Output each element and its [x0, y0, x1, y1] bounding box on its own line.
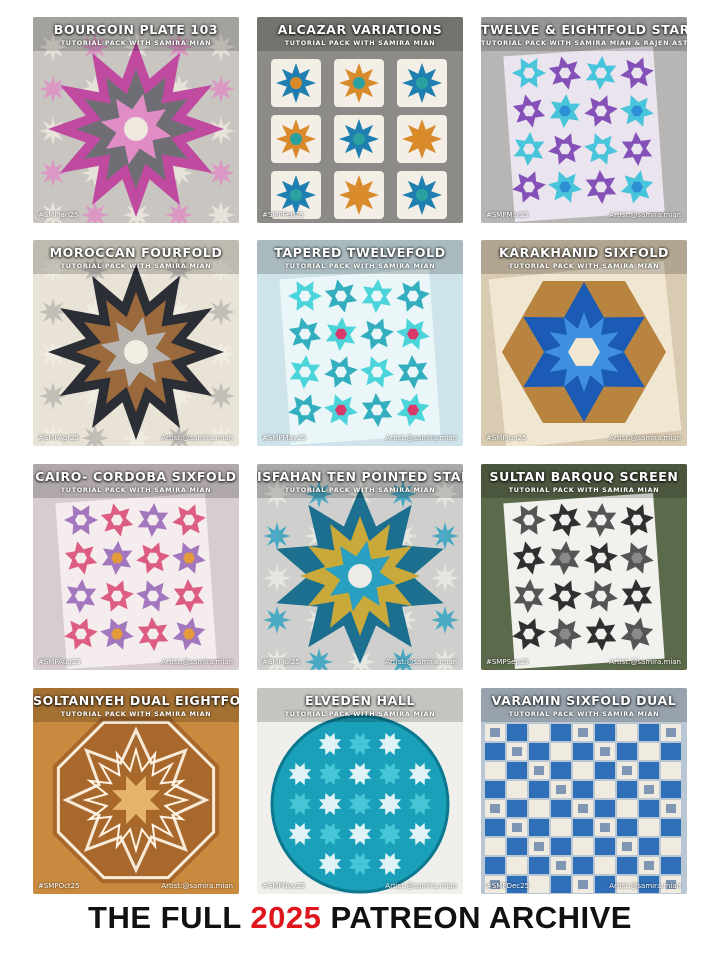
pattern-artwork-image [481, 688, 687, 894]
pack-title: BOURGOIN PLATE 103 [53, 22, 219, 37]
pack-subtitle: TUTORIAL PACK WITH SAMIRA MIAN [60, 39, 212, 47]
artist-credit: Artist:@samira.mian [609, 211, 681, 219]
pack-hashtag: #SMPJun25 [486, 434, 527, 442]
pack-title: TAPERED TWELVEFOLD [274, 245, 446, 260]
pack-subtitle: TUTORIAL PACK WITH SAMIRA MIAN [284, 39, 436, 47]
pack-title: TWELVE & EIGHTFOLD STARS [481, 22, 687, 37]
pack-title: CAIRO- CORDOBA SIXFOLD [35, 469, 237, 484]
tutorial-pack-card[interactable]: MOROCCAN FOURFOLD TUTORIAL PACK WITH SAMI… [33, 240, 239, 446]
tutorial-pack-card[interactable]: TAPERED TWELVEFOLD TUTORIAL PACK WITH SAM… [257, 240, 463, 446]
pack-subtitle: TUTORIAL PACK WITH SAMIRA MIAN [284, 262, 436, 270]
pattern-artwork-image [257, 17, 463, 223]
pack-hashtag: #SMPDec25 [486, 882, 530, 890]
tutorial-pack-card[interactable]: CAIRO- CORDOBA SIXFOLD TUTORIAL PACK WITH… [33, 464, 239, 670]
pack-title: ISFAHAN TEN POINTED STAR [257, 469, 463, 484]
pack-subtitle: TUTORIAL PACK WITH SAMIRA MIAN [60, 486, 212, 494]
artist-credit: Artist:@samira.mian [609, 658, 681, 666]
artist-credit: Artist:@samira.mian [385, 658, 457, 666]
pattern-artwork-image [257, 240, 463, 446]
pack-hashtag: #SMPSep25 [486, 658, 529, 666]
pack-hashtag: #SMPAug25 [38, 658, 81, 666]
pattern-artwork-image [481, 464, 687, 670]
pack-subtitle: TUTORIAL PACK WITH SAMIRA MIAN [284, 710, 436, 718]
tutorial-pack-card[interactable]: VARAMIN SIXFOLD DUAL TUTORIAL PACK WITH S… [481, 688, 687, 894]
tutorial-pack-card[interactable]: TWELVE & EIGHTFOLD STARS TUTORIAL PACK WI… [481, 17, 687, 223]
pack-hashtag: #SMPMay25 [262, 434, 306, 442]
pack-hashtag: #SMPJul25 [262, 658, 300, 666]
pattern-artwork-image [257, 464, 463, 670]
pack-title: SULTAN BARQUQ SCREEN [489, 469, 679, 484]
pack-hashtag: #SMPNov25 [262, 882, 306, 890]
pack-title: KARAKHANID SIXFOLD [499, 245, 669, 260]
pack-subtitle: TUTORIAL PACK WITH SAMIRA MIAN [508, 262, 660, 270]
pattern-artwork-image [33, 688, 239, 894]
pattern-artwork-image [481, 17, 687, 223]
artist-credit: Artist:@samira.mian [161, 882, 233, 890]
artist-credit: Artist:@samira.mian [385, 882, 457, 890]
archive-grid: BOURGOIN PLATE 103 TUTORIAL PACK WITH SAM… [0, 0, 720, 900]
pack-title: MOROCCAN FOURFOLD [49, 245, 223, 260]
tutorial-pack-card[interactable]: ELVEDEN HALL TUTORIAL PACK WITH SAMIRA MI… [257, 688, 463, 894]
pack-hashtag: #SMPOct25 [38, 882, 80, 890]
pack-hashtag: #SMPFeb25 [262, 211, 304, 219]
banner-year: 2025 [250, 900, 322, 935]
artist-credit: Artist:@samira.mian [161, 658, 233, 666]
tutorial-pack-card[interactable]: SULTAN BARQUQ SCREEN TUTORIAL PACK WITH S… [481, 464, 687, 670]
pack-hashtag: #SMPApr25 [38, 434, 80, 442]
tutorial-pack-card[interactable]: ALCAZAR VARIATIONS TUTORIAL PACK WITH SAM… [257, 17, 463, 223]
banner-text-start: THE FULL [88, 900, 251, 935]
artist-credit: Artist:@samira.mian [385, 434, 457, 442]
pack-hashtag: #SMPMar25 [486, 211, 529, 219]
pattern-artwork-image [33, 464, 239, 670]
pack-subtitle: TUTORIAL PACK WITH SAMIRA MIAN [508, 486, 660, 494]
pack-subtitle: TUTORIAL PACK WITH SAMIRA MIAN [284, 486, 436, 494]
banner-text-end: PATREON ARCHIVE [321, 900, 632, 935]
pack-hashtag: #SMPJan25 [38, 211, 79, 219]
pattern-artwork-image [481, 240, 687, 446]
pack-title: ALCAZAR VARIATIONS [277, 22, 443, 37]
tutorial-pack-card[interactable]: KARAKHANID SIXFOLD TUTORIAL PACK WITH SAM… [481, 240, 687, 446]
archive-banner: THE FULL 2025 PATREON ARCHIVE [0, 900, 720, 940]
pack-title: ELVEDEN HALL [305, 693, 415, 708]
pattern-artwork-image [33, 240, 239, 446]
pack-subtitle: TUTORIAL PACK WITH SAMIRA MIAN [60, 262, 212, 270]
pack-title: VARAMIN SIXFOLD DUAL [491, 693, 677, 708]
artist-credit: Artist:@samira.mian [609, 882, 681, 890]
artist-credit: Artist:@samira.mian [609, 434, 681, 442]
tutorial-pack-card[interactable]: ISFAHAN TEN POINTED STAR TUTORIAL PACK WI… [257, 464, 463, 670]
pattern-artwork-image [33, 17, 239, 223]
pattern-artwork-image [257, 688, 463, 894]
pack-title: SOLTANIYEH DUAL EIGHTFOLD [33, 693, 239, 708]
pack-subtitle: TUTORIAL PACK WITH SAMIRA MIAN [508, 710, 660, 718]
tutorial-pack-card[interactable]: SOLTANIYEH DUAL EIGHTFOLD TUTORIAL PACK W… [33, 688, 239, 894]
pack-subtitle: TUTORIAL PACK WITH SAMIRA MIAN & RAJEN A… [481, 39, 687, 47]
pack-subtitle: TUTORIAL PACK WITH SAMIRA MIAN [60, 710, 212, 718]
tutorial-pack-card[interactable]: BOURGOIN PLATE 103 TUTORIAL PACK WITH SAM… [33, 17, 239, 223]
artist-credit: Artist:@samira.mian [161, 434, 233, 442]
